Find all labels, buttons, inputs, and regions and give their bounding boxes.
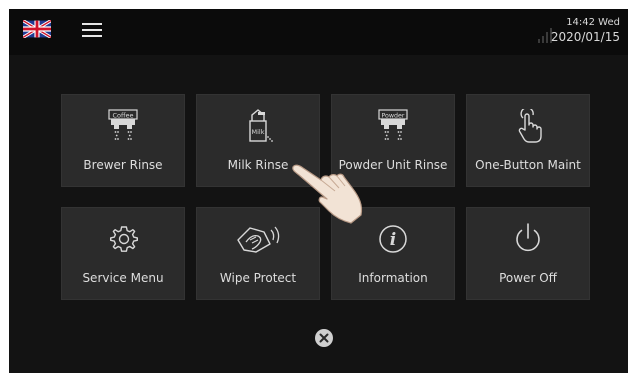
powder-unit-rinse-button[interactable]: Powder Powder Unit Rinse: [331, 94, 455, 187]
one-button-maint-label: One-Button Maint: [475, 158, 581, 172]
powder-unit-icon: Powder: [378, 109, 408, 140]
coffee-brewer-icon: Coffee: [108, 109, 138, 140]
wipe-hand-icon: [237, 226, 280, 253]
clock: 14:42 Wed 2020/01/15: [551, 15, 620, 45]
power-off-button[interactable]: Power Off: [466, 207, 590, 300]
wipe-protect-button[interactable]: Wipe Protect: [196, 207, 320, 300]
service-menu-label: Service Menu: [82, 271, 164, 285]
status-bar: 14:42 Wed 2020/01/15: [9, 9, 628, 55]
clock-time: 14:42 Wed: [566, 17, 620, 28]
brewer-rinse-label: Brewer Rinse: [83, 158, 163, 172]
milk-icon-text: Milk: [252, 128, 265, 136]
hamburger-menu-icon[interactable]: [81, 21, 103, 39]
one-button-maint-button[interactable]: One-Button Maint: [466, 94, 590, 187]
info-icon-text: i: [390, 230, 396, 250]
close-icon[interactable]: [314, 328, 334, 348]
power-icon: [516, 223, 540, 252]
info-icon: i: [379, 225, 407, 253]
brewer-rinse-button[interactable]: Coffee Brewer Rinse: [61, 94, 185, 187]
milk-rinse-label: Milk Rinse: [227, 158, 289, 172]
powder-unit-rinse-label: Powder Unit Rinse: [338, 158, 448, 172]
information-button[interactable]: i Information: [331, 207, 455, 300]
gear-icon: [110, 226, 138, 252]
service-menu-button[interactable]: Service Menu: [61, 207, 185, 300]
information-label: Information: [358, 271, 428, 285]
clock-date: 2020/01/15: [550, 30, 620, 44]
uk-flag-icon[interactable]: [23, 20, 51, 38]
coffee-icon-text: Coffee: [113, 111, 134, 119]
touch-hand-icon: [518, 109, 542, 143]
screen: 14:42 Wed 2020/01/15 Coffee Brewer Rinse: [9, 9, 628, 373]
powder-icon-text: Powder: [381, 112, 404, 119]
wipe-protect-label: Wipe Protect: [219, 271, 297, 285]
milk-rinse-button[interactable]: Milk Milk Rinse: [196, 94, 320, 187]
power-off-label: Power Off: [499, 271, 557, 285]
milk-carton-icon: Milk: [249, 109, 273, 142]
